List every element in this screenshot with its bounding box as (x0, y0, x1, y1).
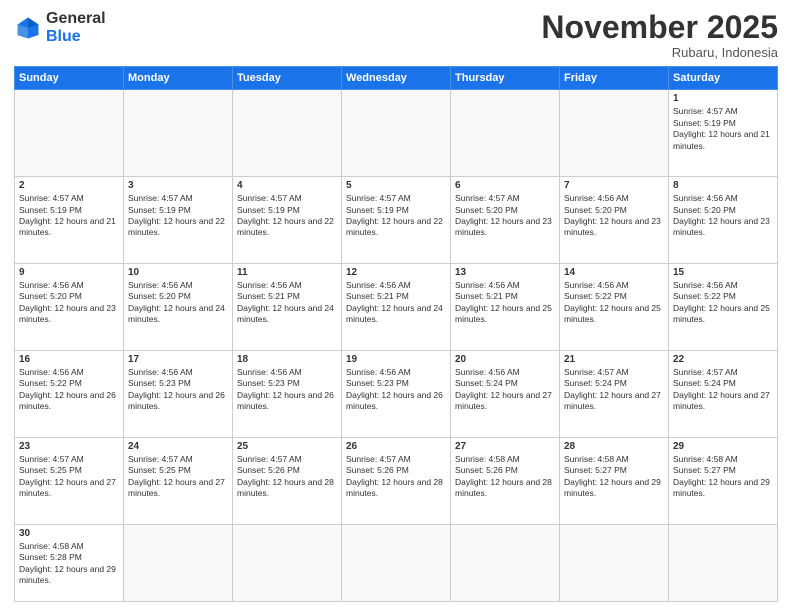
day-16: 16 Sunrise: 4:56 AMSunset: 5:22 PMDaylig… (15, 350, 124, 437)
day-18: 18 Sunrise: 4:56 AMSunset: 5:23 PMDaylig… (233, 350, 342, 437)
day-27: 27 Sunrise: 4:58 AMSunset: 5:26 PMDaylig… (451, 437, 560, 524)
week-row-4: 16 Sunrise: 4:56 AMSunset: 5:22 PMDaylig… (15, 350, 778, 437)
calendar-table: Sunday Monday Tuesday Wednesday Thursday… (14, 66, 778, 602)
day-20: 20 Sunrise: 4:56 AMSunset: 5:24 PMDaylig… (451, 350, 560, 437)
day-2: 2 Sunrise: 4:57 AMSunset: 5:19 PMDayligh… (15, 177, 124, 264)
location-subtitle: Rubaru, Indonesia (541, 45, 778, 60)
day-14: 14 Sunrise: 4:56 AMSunset: 5:22 PMDaylig… (560, 263, 669, 350)
day-26: 26 Sunrise: 4:57 AMSunset: 5:26 PMDaylig… (342, 437, 451, 524)
header: General Blue November 2025 Rubaru, Indon… (14, 10, 778, 60)
empty-cell (560, 90, 669, 177)
empty-cell (560, 524, 669, 601)
empty-cell (124, 90, 233, 177)
week-row-6: 30 Sunrise: 4:58 AMSunset: 5:28 PMDaylig… (15, 524, 778, 601)
day-10: 10 Sunrise: 4:56 AMSunset: 5:20 PMDaylig… (124, 263, 233, 350)
day-22: 22 Sunrise: 4:57 AMSunset: 5:24 PMDaylig… (669, 350, 778, 437)
empty-cell (233, 524, 342, 601)
logo-text: General Blue (46, 10, 106, 45)
day-19: 19 Sunrise: 4:56 AMSunset: 5:23 PMDaylig… (342, 350, 451, 437)
col-tuesday: Tuesday (233, 67, 342, 90)
col-saturday: Saturday (669, 67, 778, 90)
page: General Blue November 2025 Rubaru, Indon… (0, 0, 792, 612)
day-8: 8 Sunrise: 4:56 AMSunset: 5:20 PMDayligh… (669, 177, 778, 264)
col-friday: Friday (560, 67, 669, 90)
logo: General Blue (14, 10, 106, 45)
empty-cell (451, 90, 560, 177)
day-30: 30 Sunrise: 4:58 AMSunset: 5:28 PMDaylig… (15, 524, 124, 601)
week-row-2: 2 Sunrise: 4:57 AMSunset: 5:19 PMDayligh… (15, 177, 778, 264)
day-5: 5 Sunrise: 4:57 AMSunset: 5:19 PMDayligh… (342, 177, 451, 264)
week-row-1: 1 Sunrise: 4:57 AMSunset: 5:19 PMDayligh… (15, 90, 778, 177)
day-1: 1 Sunrise: 4:57 AMSunset: 5:19 PMDayligh… (669, 90, 778, 177)
week-row-3: 9 Sunrise: 4:56 AMSunset: 5:20 PMDayligh… (15, 263, 778, 350)
day-15: 15 Sunrise: 4:56 AMSunset: 5:22 PMDaylig… (669, 263, 778, 350)
logo-icon (14, 14, 42, 42)
empty-cell (342, 524, 451, 601)
col-sunday: Sunday (15, 67, 124, 90)
day-4: 4 Sunrise: 4:57 AMSunset: 5:19 PMDayligh… (233, 177, 342, 264)
col-wednesday: Wednesday (342, 67, 451, 90)
col-thursday: Thursday (451, 67, 560, 90)
day-28: 28 Sunrise: 4:58 AMSunset: 5:27 PMDaylig… (560, 437, 669, 524)
empty-cell (451, 524, 560, 601)
day-9: 9 Sunrise: 4:56 AMSunset: 5:20 PMDayligh… (15, 263, 124, 350)
title-block: November 2025 Rubaru, Indonesia (541, 10, 778, 60)
empty-cell (233, 90, 342, 177)
empty-cell (342, 90, 451, 177)
day-17: 17 Sunrise: 4:56 AMSunset: 5:23 PMDaylig… (124, 350, 233, 437)
empty-cell (669, 524, 778, 601)
day-7: 7 Sunrise: 4:56 AMSunset: 5:20 PMDayligh… (560, 177, 669, 264)
day-23: 23 Sunrise: 4:57 AMSunset: 5:25 PMDaylig… (15, 437, 124, 524)
empty-cell (15, 90, 124, 177)
month-title: November 2025 (541, 10, 778, 45)
day-3: 3 Sunrise: 4:57 AMSunset: 5:19 PMDayligh… (124, 177, 233, 264)
day-6: 6 Sunrise: 4:57 AMSunset: 5:20 PMDayligh… (451, 177, 560, 264)
day-13: 13 Sunrise: 4:56 AMSunset: 5:21 PMDaylig… (451, 263, 560, 350)
week-row-5: 23 Sunrise: 4:57 AMSunset: 5:25 PMDaylig… (15, 437, 778, 524)
day-12: 12 Sunrise: 4:56 AMSunset: 5:21 PMDaylig… (342, 263, 451, 350)
col-monday: Monday (124, 67, 233, 90)
day-11: 11 Sunrise: 4:56 AMSunset: 5:21 PMDaylig… (233, 263, 342, 350)
day-25: 25 Sunrise: 4:57 AMSunset: 5:26 PMDaylig… (233, 437, 342, 524)
day-21: 21 Sunrise: 4:57 AMSunset: 5:24 PMDaylig… (560, 350, 669, 437)
day-29: 29 Sunrise: 4:58 AMSunset: 5:27 PMDaylig… (669, 437, 778, 524)
day-24: 24 Sunrise: 4:57 AMSunset: 5:25 PMDaylig… (124, 437, 233, 524)
empty-cell (124, 524, 233, 601)
calendar-header-row: Sunday Monday Tuesday Wednesday Thursday… (15, 67, 778, 90)
